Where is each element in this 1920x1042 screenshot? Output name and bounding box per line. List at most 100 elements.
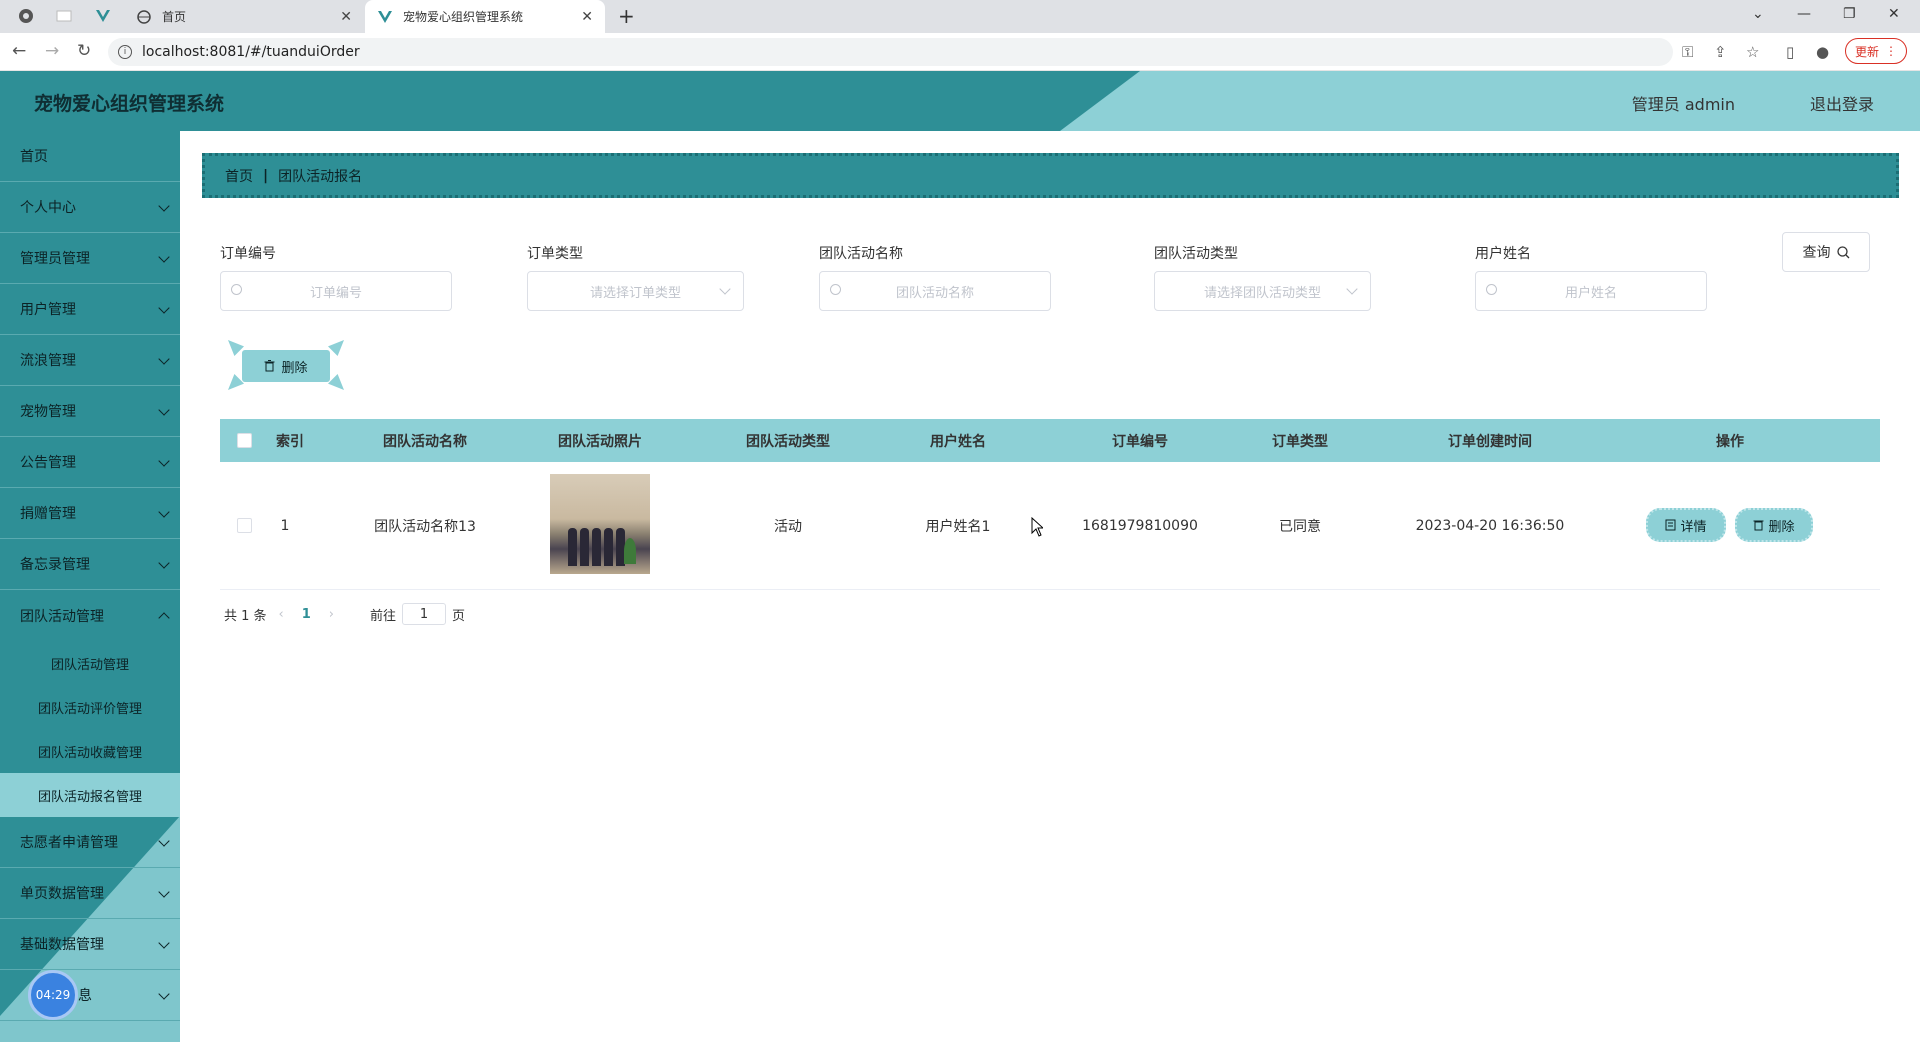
sidebar-subitem-activity-review[interactable]: 团队活动评价管理 [0,685,180,729]
sidebar-item-strays[interactable]: 流浪管理 [0,335,180,386]
close-icon[interactable]: ✕ [581,9,593,25]
key-icon[interactable]: ⚿ [1682,43,1693,61]
breadcrumb-current: 团队活动报名 [278,168,363,185]
sidebar-item-home[interactable]: 首页 [0,131,180,182]
back-icon[interactable]: ← [12,41,26,61]
batch-delete-button[interactable]: 删除 [242,350,330,382]
more-icon: ⋮ [1885,44,1897,58]
sidebar-item-admins[interactable]: 管理员管理 [0,233,180,284]
sidebar-subitem-activity-mgmt[interactable]: 团队活动管理 [0,641,180,685]
forward-icon[interactable]: → [45,41,59,61]
reload-icon[interactable]: ↻ [77,41,91,61]
clock-badge[interactable]: 04:29 [28,970,78,1020]
current-user: 管理员 admin [1631,95,1735,114]
tab-active[interactable]: 宠物爱心组织管理系统 ✕ [365,0,605,33]
sidebar-item-label: 备忘录管理 [20,557,90,573]
row-order-no: 1681979810090 [1082,517,1198,534]
tab-favicon-icon[interactable] [18,8,38,26]
activity-photo[interactable] [550,474,650,574]
sidebar-item-label: 个人中心 [20,200,76,216]
row-order-type: 已同意 [1279,518,1321,535]
column-header: 用户姓名 [930,433,986,450]
url-field[interactable]: i localhost:8081/#/tuanduiOrder [108,38,1673,66]
star-icon[interactable]: ☆ [1746,43,1759,61]
activity-type-select[interactable]: 请选择团队活动类型 [1154,271,1371,311]
row-checkbox[interactable] [237,518,252,533]
activity-name-input[interactable]: 团队活动名称 [819,271,1051,311]
sidebar-item-notices[interactable]: 公告管理 [0,437,180,488]
tab-title: 宠物爱心组织管理系统 [403,10,524,24]
search-icon [830,284,841,295]
order-no-placeholder: 订单编号 [309,285,362,301]
sidebar-item-volunteers[interactable]: 志愿者申请管理 [0,817,180,868]
sidebar-item-label: 宠物管理 [20,404,76,420]
sidebar-item-base-data[interactable]: 基础数据管理 [0,919,180,970]
new-tab-icon[interactable]: + [618,4,635,28]
chevron-down-icon [719,283,731,295]
goto-suffix: 页 [452,608,466,624]
minimize-icon[interactable]: — [1797,6,1811,22]
share-icon[interactable]: ⇪ [1714,43,1727,61]
activity-type-placeholder: 请选择团队活动类型 [1203,285,1321,301]
sidebar-item-pets[interactable]: 宠物管理 [0,386,180,437]
breadcrumb-home[interactable]: 首页 [225,166,253,186]
sidebar-subitem-activity-favorite[interactable]: 团队活动收藏管理 [0,729,180,773]
sidebar-item-label: 息 [78,988,92,1004]
profile-icon[interactable]: ● [1816,43,1829,61]
sidebar-subitem-activity-signup[interactable]: 团队活动报名管理 [0,773,180,817]
chevron-down-icon [158,251,170,263]
vue-logo-icon[interactable] [95,8,115,26]
chevron-left-icon[interactable]: ‹ [279,607,284,622]
button-corner [328,340,344,356]
detail-button[interactable]: 详情 [1646,508,1726,542]
side-panel-icon[interactable]: ▯ [1786,43,1794,61]
restore-icon[interactable]: ❐ [1843,6,1856,22]
chevron-down-icon [158,455,170,467]
logout-link[interactable]: 退出登录 [1810,91,1874,115]
tab-blank-icon[interactable] [56,8,76,26]
trash-icon [1753,520,1764,531]
order-type-select[interactable]: 请选择订单类型 [527,271,744,311]
globe-icon [136,9,152,25]
user-name-input[interactable]: 用户姓名 [1475,271,1707,311]
sidebar-item-label: 管理员管理 [20,251,90,267]
sidebar-item-label: 团队活动管理 [20,608,104,625]
chevron-down-icon [1346,283,1358,295]
table-row[interactable]: 1 团队活动名称13 活动 用户姓名1 1681979810090 已同意 20… [220,462,1880,590]
breadcrumb-separator: | [263,167,269,184]
row-delete-button[interactable]: 删除 [1735,508,1813,542]
tab-search-icon[interactable]: ⌄ [1752,6,1764,22]
goto-page-input[interactable]: 1 [402,603,447,625]
sidebar-item-single-page[interactable]: 单页数据管理 [0,868,180,919]
sidebar-item-info[interactable]: 息 [0,970,180,1021]
close-icon[interactable]: ✕ [340,9,352,25]
app-header: 宠物爱心组织管理系统 管理员 admin 退出登录 [0,71,1920,131]
orders-table: 索引 团队活动名称 团队活动照片 团队活动类型 用户姓名 订单编号 订单类型 订… [220,419,1880,590]
update-button[interactable]: 更新 ⋮ [1845,38,1907,64]
tab-home[interactable]: 首页 ✕ [124,0,364,33]
page-number[interactable]: 1 [302,607,311,622]
sidebar-item-label: 用户管理 [20,302,76,318]
query-button[interactable]: 查询 [1782,232,1870,272]
select-all-checkbox[interactable] [237,433,252,448]
order-no-input[interactable]: 订单编号 [220,271,452,311]
search-icon [1836,245,1849,258]
row-activity-type: 活动 [774,518,802,535]
chevron-right-icon[interactable]: › [329,607,334,622]
sidebar-item-label: 单页数据管理 [20,886,104,902]
header-decoration [1060,71,1920,131]
sidebar-item-label: 首页 [20,149,48,165]
sidebar-item-team-activities[interactable]: 团队活动管理 [0,590,180,641]
search-icon [1486,284,1497,295]
window-close-icon[interactable]: ✕ [1888,6,1900,22]
sidebar-item-profile[interactable]: 个人中心 [0,182,180,233]
sidebar-item-memos[interactable]: 备忘录管理 [0,539,180,590]
user-name-label: 用户姓名 [1475,246,1531,262]
trash-icon [264,360,275,372]
pagination-total: 共 1 条 [224,608,267,624]
info-icon[interactable]: i [118,45,132,59]
sidebar-item-users[interactable]: 用户管理 [0,284,180,335]
sidebar-item-label: 流浪管理 [20,353,76,369]
sidebar-item-donations[interactable]: 捐赠管理 [0,488,180,539]
order-no-label: 订单编号 [220,246,276,262]
